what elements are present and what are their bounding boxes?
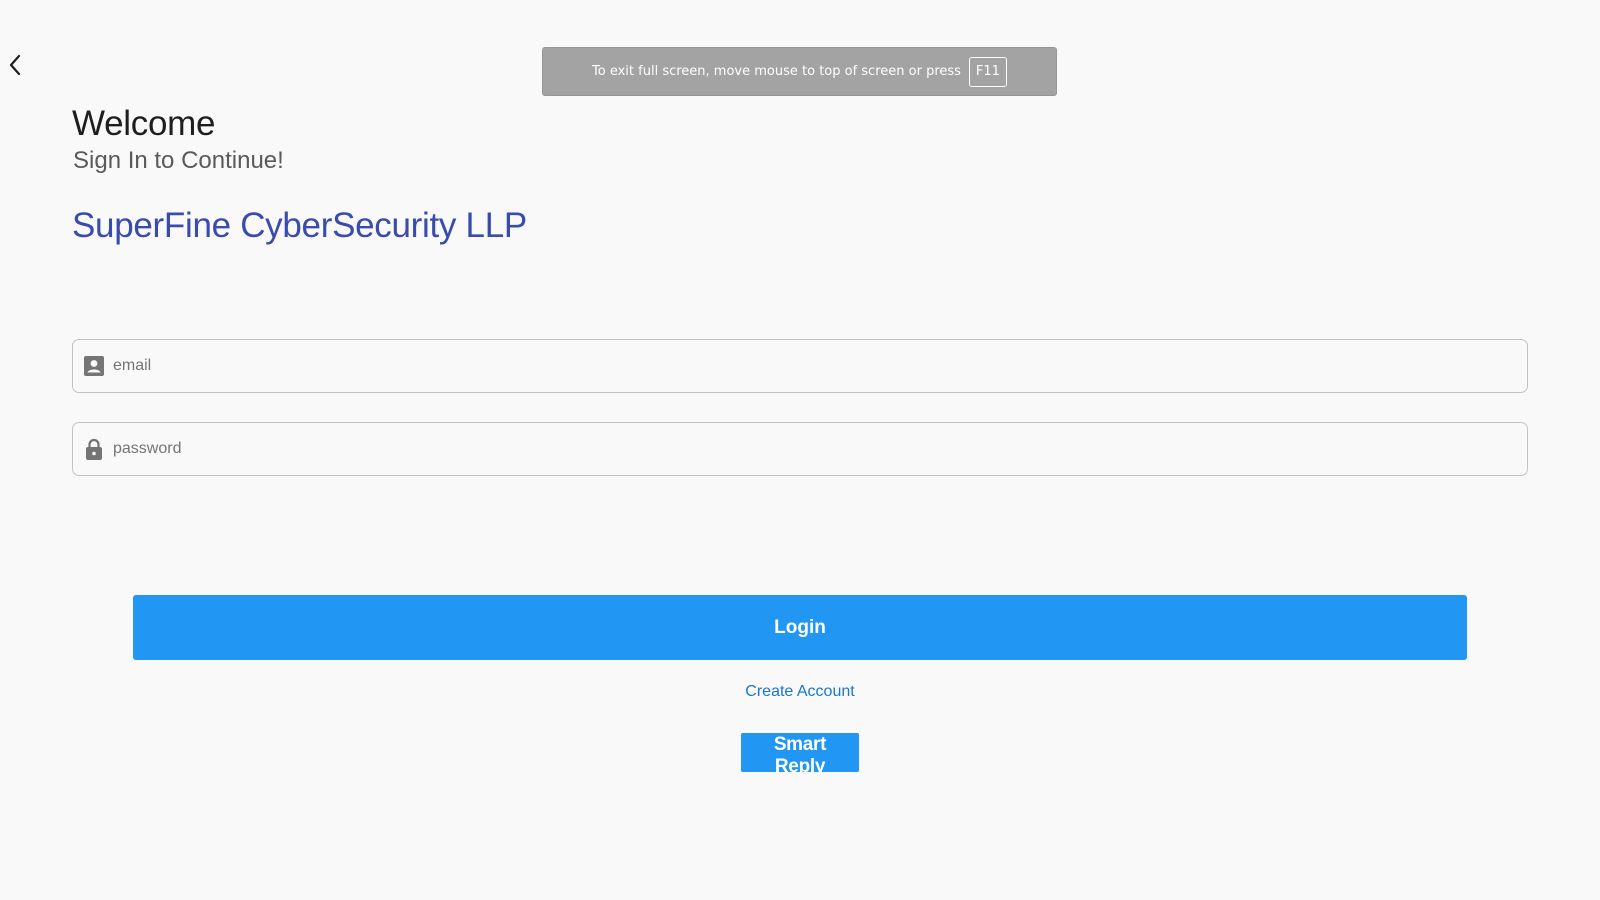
password-input[interactable]: [113, 423, 1527, 475]
smart-reply-button[interactable]: Smart Reply: [741, 733, 859, 777]
email-field[interactable]: [72, 339, 1528, 393]
fullscreen-exit-banner: To exit full screen, move mouse to top o…: [542, 47, 1057, 96]
fullscreen-banner-message: To exit full screen, move mouse to top o…: [592, 64, 961, 79]
back-button[interactable]: [2, 49, 28, 81]
f11-key-hint: F11: [968, 56, 1007, 87]
chevron-left-icon: [9, 54, 21, 76]
company-name: SuperFine CyberSecurity LLP: [72, 206, 527, 245]
password-field[interactable]: [72, 422, 1528, 476]
email-input[interactable]: [113, 340, 1527, 392]
account-box-icon: [83, 355, 105, 377]
create-account-row: Create Account: [0, 683, 1600, 701]
page-title: Welcome: [72, 104, 216, 143]
page-subtitle: Sign In to Continue!: [73, 147, 284, 174]
create-account-link[interactable]: Create Account: [745, 683, 854, 700]
login-button[interactable]: Login: [133, 595, 1467, 660]
lock-icon: [83, 438, 105, 460]
